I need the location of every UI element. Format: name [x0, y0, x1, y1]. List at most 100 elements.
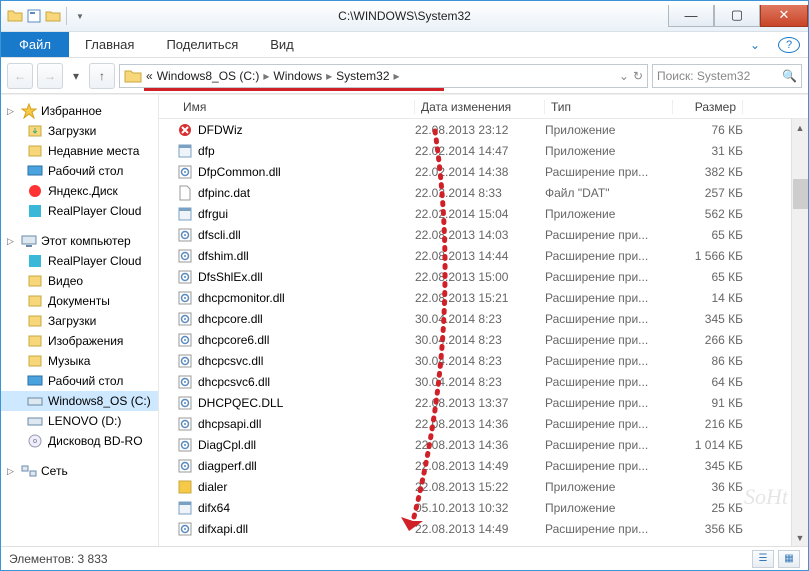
file-row[interactable]: diagperf.dll22.08.2013 14:49Расширение п…: [159, 455, 808, 476]
sidebar-item[interactable]: Видео: [1, 271, 158, 291]
sidebar-item[interactable]: Загрузки: [1, 311, 158, 331]
sidebar-item[interactable]: Загрузки: [1, 121, 158, 141]
sidebar-favorites[interactable]: ▷Избранное: [1, 101, 158, 121]
separator: [66, 7, 67, 25]
sidebar-item[interactable]: Рабочий стол: [1, 161, 158, 181]
file-row[interactable]: dialer22.08.2013 15:22Приложение36 КБ: [159, 476, 808, 497]
view-details-icon[interactable]: ☰: [752, 550, 774, 568]
file-row[interactable]: dfpinc.dat22.02.2014 8:33Файл "DAT"257 К…: [159, 182, 808, 203]
refresh-icon[interactable]: ↻: [633, 69, 643, 83]
view-large-icon[interactable]: ▦: [778, 550, 800, 568]
file-row[interactable]: dhcpcmonitor.dll22.08.2013 15:21Расширен…: [159, 287, 808, 308]
file-date: 30.04.2014 8:23: [415, 354, 545, 368]
sidebar-item[interactable]: RealPlayer Cloud: [1, 201, 158, 221]
file-row[interactable]: dfshim.dll22.08.2013 14:44Расширение при…: [159, 245, 808, 266]
file-row[interactable]: dfp22.02.2014 14:47Приложение31 КБ: [159, 140, 808, 161]
file-row[interactable]: DHCPQEC.DLL22.08.2013 13:37Расширение пр…: [159, 392, 808, 413]
scroll-down-icon[interactable]: ▼: [792, 529, 808, 546]
content-area: ▷Избранное Загрузки Недавние места Рабоч…: [1, 94, 808, 546]
file-row[interactable]: dhcpcsvc6.dll30.04.2014 8:23Расширение п…: [159, 371, 808, 392]
optical-icon: [27, 433, 43, 449]
ribbon-tab-view[interactable]: Вид: [254, 32, 310, 57]
file-icon: [177, 185, 193, 201]
file-type: Файл "DAT": [545, 186, 673, 200]
file-row[interactable]: DiagCpl.dll22.08.2013 14:36Расширение пр…: [159, 434, 808, 455]
file-size: 345 КБ: [673, 312, 743, 326]
yandex-icon: [27, 183, 43, 199]
scrollbar[interactable]: ▲ ▼: [791, 119, 808, 546]
file-row[interactable]: dhcpcore6.dll30.04.2014 8:23Расширение п…: [159, 329, 808, 350]
status-count-label: Элементов:: [9, 552, 74, 566]
file-type: Расширение при...: [545, 333, 673, 347]
qat-newfolder-icon[interactable]: [45, 8, 61, 24]
scroll-up-icon[interactable]: ▲: [792, 119, 808, 136]
file-date: 05.10.2013 10:32: [415, 501, 545, 515]
minimize-button[interactable]: —: [668, 5, 714, 27]
file-date: 22.08.2013 14:49: [415, 522, 545, 536]
file-name: dhcpcore6.dll: [198, 333, 269, 347]
sidebar-item[interactable]: Недавние места: [1, 141, 158, 161]
file-size: 382 КБ: [673, 165, 743, 179]
scroll-thumb[interactable]: [793, 179, 808, 209]
status-count: 3 833: [78, 552, 108, 566]
sidebar-item[interactable]: Документы: [1, 291, 158, 311]
address-dropdown-icon[interactable]: ⌄: [619, 69, 629, 83]
qat-properties-icon[interactable]: [26, 8, 42, 24]
file-date: 22.08.2013 14:49: [415, 459, 545, 473]
file-row[interactable]: difxapi.dll22.08.2013 14:49Расширение пр…: [159, 518, 808, 539]
sidebar-item[interactable]: RealPlayer Cloud: [1, 251, 158, 271]
sidebar-item-selected[interactable]: Windows8_OS (C:): [1, 391, 158, 411]
file-name: dhcpsapi.dll: [198, 417, 261, 431]
sidebar-item[interactable]: Музыка: [1, 351, 158, 371]
sidebar-item[interactable]: Дисковод BD-RO: [1, 431, 158, 451]
ribbon-expand-icon[interactable]: ⌄: [740, 32, 770, 57]
file-size: 345 КБ: [673, 459, 743, 473]
drive-icon: [27, 413, 43, 429]
file-row[interactable]: DfsShlEx.dll22.08.2013 15:00Расширение п…: [159, 266, 808, 287]
file-name: dialer: [198, 480, 227, 494]
crumb-drive[interactable]: Windows8_OS (C:): [157, 69, 260, 83]
file-name: diagperf.dll: [198, 459, 257, 473]
crumb-windows[interactable]: Windows: [273, 69, 322, 83]
file-row[interactable]: dhcpcore.dll30.04.2014 8:23Расширение пр…: [159, 308, 808, 329]
file-row[interactable]: dhcpcsvc.dll30.04.2014 8:23Расширение пр…: [159, 350, 808, 371]
file-row[interactable]: dhcpsapi.dll22.08.2013 14:36Расширение п…: [159, 413, 808, 434]
file-name: difxapi.dll: [198, 522, 248, 536]
col-size[interactable]: Размер: [673, 100, 743, 114]
forward-button[interactable]: →: [37, 63, 63, 89]
help-icon[interactable]: ?: [778, 37, 800, 53]
file-row[interactable]: difx6405.10.2013 10:32Приложение25 КБ: [159, 497, 808, 518]
close-button[interactable]: ✕: [760, 5, 808, 27]
sidebar-thispc[interactable]: ▷Этот компьютер: [1, 231, 158, 251]
file-type: Расширение при...: [545, 438, 673, 452]
col-date[interactable]: Дата изменения: [415, 100, 545, 114]
sidebar-item[interactable]: Изображения: [1, 331, 158, 351]
file-icon: [177, 416, 193, 432]
sidebar-item[interactable]: Яндекс.Диск: [1, 181, 158, 201]
recent-icon: [27, 143, 43, 159]
back-button[interactable]: ←: [7, 63, 33, 89]
maximize-button[interactable]: ▢: [714, 5, 760, 27]
col-name[interactable]: Имя: [177, 100, 415, 114]
ribbon-tab-home[interactable]: Главная: [69, 32, 150, 57]
qat-dropdown-icon[interactable]: ▼: [72, 8, 88, 24]
crumb-system32[interactable]: System32: [336, 69, 389, 83]
file-date: 22.08.2013 13:37: [415, 396, 545, 410]
file-row[interactable]: dfrgui22.02.2014 15:04Приложение562 КБ: [159, 203, 808, 224]
sidebar-item[interactable]: LENOVO (D:): [1, 411, 158, 431]
sidebar-network[interactable]: ▷Сеть: [1, 461, 158, 481]
file-type: Расширение при...: [545, 396, 673, 410]
address-bar[interactable]: « Windows8_OS (C:)▸ Windows▸ System32▸ ⌄…: [119, 64, 648, 88]
search-box[interactable]: Поиск: System32 🔍: [652, 64, 802, 88]
file-row[interactable]: dfscli.dll22.08.2013 14:03Расширение при…: [159, 224, 808, 245]
file-row[interactable]: DfpCommon.dll22.02.2014 14:38Расширение …: [159, 161, 808, 182]
col-type[interactable]: Тип: [545, 100, 673, 114]
up-button[interactable]: ↑: [89, 63, 115, 89]
ribbon-tab-share[interactable]: Поделиться: [150, 32, 254, 57]
sidebar-item[interactable]: Рабочий стол: [1, 371, 158, 391]
file-row[interactable]: DFDWiz22.08.2013 23:12Приложение76 КБ: [159, 119, 808, 140]
drive-icon: [27, 393, 43, 409]
ribbon-file[interactable]: Файл: [1, 32, 69, 57]
file-icon: [177, 143, 193, 159]
history-dropdown[interactable]: ▾: [67, 63, 85, 89]
